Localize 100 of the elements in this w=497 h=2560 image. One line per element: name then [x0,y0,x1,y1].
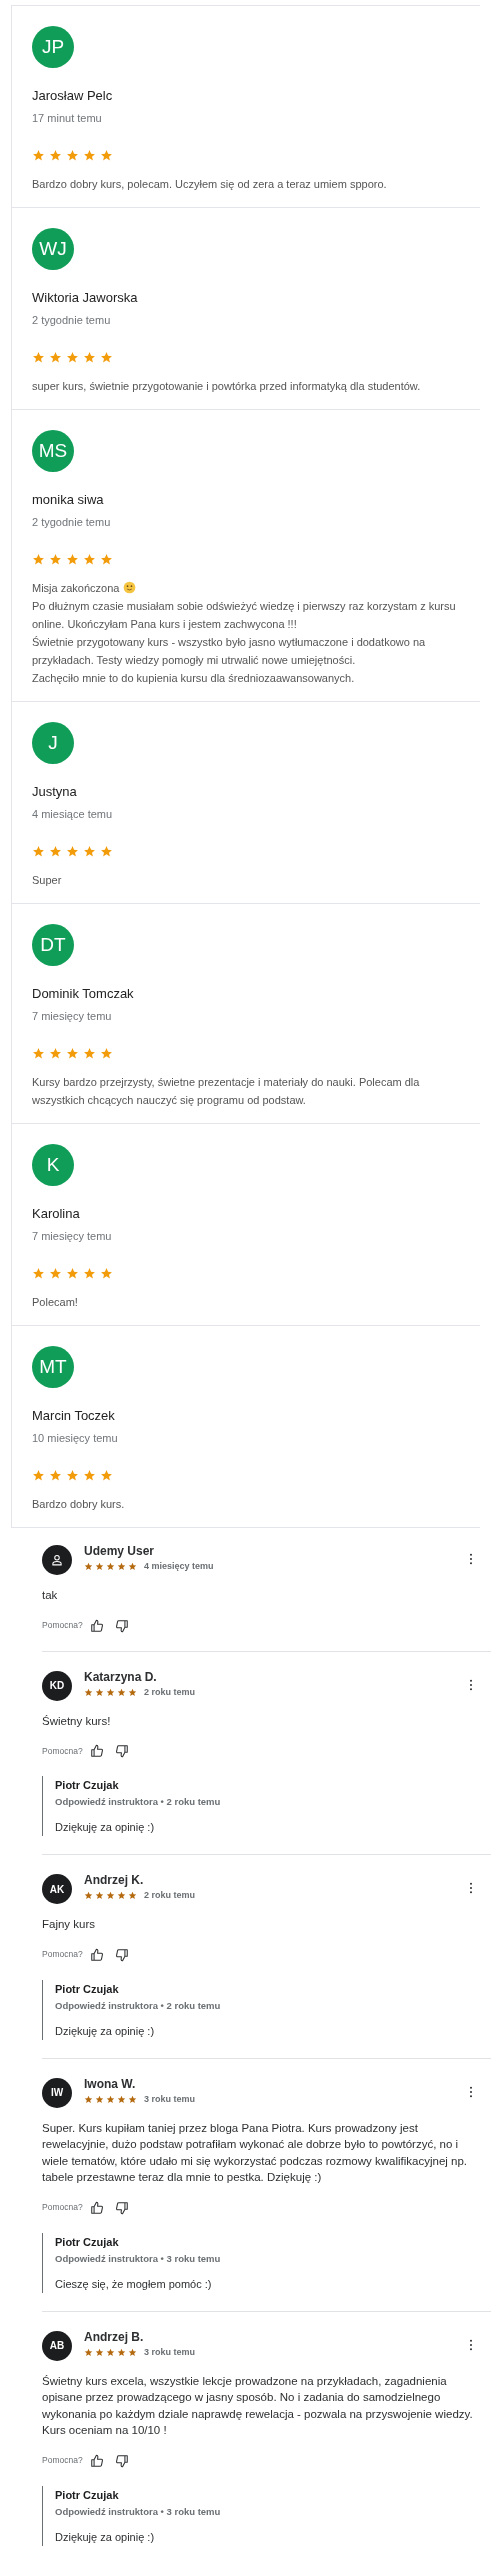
star-icon [83,1047,96,1060]
review-date: 2 tygodnie temu [32,313,112,328]
reviewer-name: Udemy User [84,1543,156,1559]
reviewer-name: Jarosław Pelc [32,88,114,104]
reply-meta: Odpowiedź instruktora • 3 roku temu [55,2504,222,2519]
avatar: J [32,722,74,764]
reply-text: Dziękuję za opinię :) [55,2023,156,2039]
thumbs-down-icon[interactable] [114,1744,129,1758]
star-icon [84,2347,93,2357]
star-icon [66,1469,79,1482]
reply-author: Piotr Czujak [55,1981,120,1997]
reviewer-name: monika siwa [32,492,105,508]
thumbs-up-icon[interactable] [89,1947,104,1962]
reviewer-name: Marcin Toczek [32,1408,116,1424]
more-options-icon[interactable] [469,2085,473,2098]
star-icon [117,2094,126,2104]
avatar: JP [32,26,74,68]
thumbs-up-icon[interactable] [89,2453,104,2468]
star-icon [83,149,96,162]
review-date: 3 roku temu [144,2345,195,2359]
more-options-icon[interactable] [469,1882,473,1894]
star-icon [32,351,45,364]
user-icon [51,1554,63,1566]
star-icon [49,149,62,162]
star-icon [128,1687,137,1697]
star-icon [32,553,45,566]
star-icon [84,1891,93,1901]
review-text: Bardzo dobry kurs. [32,1497,126,1512]
reply-meta: Odpowiedź instruktora • 2 roku temu [55,1795,222,1809]
more-options-icon[interactable] [469,1553,473,1565]
helpful-label: Pomocna? [42,1744,83,1758]
star-icon [95,2347,104,2357]
star-icon [106,2094,115,2104]
star-icon [100,1267,113,1280]
thumbs-up-icon[interactable] [89,1618,104,1633]
review-text: Bardzo dobry kurs, polecam. Uczyłem się od zera a teraz umiem spporo. [32,177,388,192]
reply-author: Piotr Czujak [55,1778,120,1793]
reply-text: Cieszę się, że mogłem pomóc :) [55,2276,213,2292]
star-icon [66,845,79,858]
helpful-label: Pomocna? [42,2201,83,2214]
thumbs-up-icon[interactable] [89,1744,104,1758]
star-icon [100,553,113,566]
review-text: Świetny kurs! [42,1713,112,1729]
star-icon [66,553,79,566]
review-text: Super [32,873,63,888]
star-icon [95,1891,104,1901]
star-icon [32,845,45,858]
more-options-icon[interactable] [469,2338,473,2351]
star-icon [84,1687,93,1697]
star-icon [100,351,113,364]
star-icon [49,351,62,364]
avatar: AK [42,1874,72,1904]
star-icon [100,1469,113,1482]
star-icon [95,1562,104,1572]
review-date: 4 miesięcy temu [144,1560,214,1573]
star-icon [117,1891,126,1901]
helpful-label: Pomocna? [42,1619,83,1632]
reviewer-name: Justyna [32,784,78,800]
avatar: WJ [32,228,74,270]
review-date: 4 miesiące temu [32,807,114,822]
review-text: Misja zakończona [32,579,464,597]
star-icon [32,149,45,162]
star-icon [49,1469,62,1482]
review-date: 10 miesięcy temu [32,1431,119,1446]
star-icon [84,2094,93,2104]
reviewer-name: Karolina [32,1206,81,1222]
reviewer-name: Katarzyna D. [84,1668,158,1685]
helpful-label: Pomocna? [42,2454,83,2467]
review-date: 17 minut temu [32,111,103,126]
star-icon [95,1687,104,1697]
avatar: K [32,1144,74,1186]
star-icon [66,1047,79,1060]
helpful-label: Pomocna? [42,1948,83,1961]
star-icon [106,1891,115,1901]
star-icon [32,1047,45,1060]
star-icon [49,845,62,858]
star-icon [95,2094,104,2104]
more-options-icon[interactable] [469,1678,473,1691]
reviewer-name: Iwona W. [84,2075,137,2092]
star-icon [100,845,113,858]
review-text: Świetny kurs excela, wszystkie lekcje prowadzone na przykładach, zagadnienia opisane przez prowadzącego w jasny sposób. No i zadania do samodzielnego wykonania po każdym dziale naprawdę rewelacja - pozwala na przyswojenie wiedzy. Kurs oceniam na 10/10 ! [42,2373,474,2438]
thumbs-down-icon[interactable] [114,2200,129,2215]
star-icon [106,2347,115,2357]
review-text: Zachęciło mnie to do kupienia kursu dla średniozaawansowanych. [32,671,356,686]
thumbs-down-icon[interactable] [114,1947,129,1962]
avatar: AB [42,2330,72,2361]
reply-text: Dziękuję za opinię :) [55,1820,156,1835]
avatar: DT [32,924,74,966]
thumbs-down-icon[interactable] [114,2453,129,2468]
thumbs-up-icon[interactable] [89,2200,104,2215]
review-text: Po dłużnym czasie musiałam sobie odświeżyć wiedzę i pierwszy raz korzystam z kursu online. Ukończyłam Pana kurs i jestem zachwycona !!! [32,599,457,632]
reviewer-name: Dominik Tomczak [32,986,135,1002]
reply-author: Piotr Czujak [55,2234,120,2250]
star-icon [66,351,79,364]
reviewer-name: Andrzej K. [84,1872,145,1888]
thumbs-down-icon[interactable] [114,1618,129,1633]
star-icon [106,1562,115,1572]
star-icon [84,1562,93,1572]
review-date: 3 roku temu [144,2092,195,2106]
avatar: IW [42,2077,72,2108]
